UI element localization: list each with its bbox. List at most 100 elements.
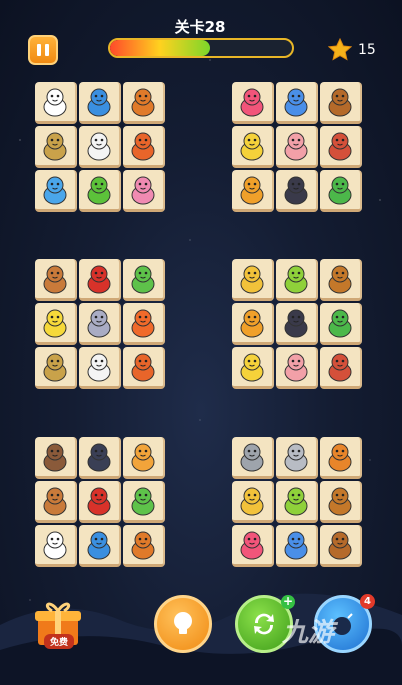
tile-cheetah[interactable] [232, 259, 274, 301]
tile-bear[interactable] [35, 437, 77, 479]
shark-icon [87, 531, 111, 559]
tile-frog[interactable] [123, 481, 165, 523]
frog-icon [131, 265, 155, 293]
pause-icon [37, 44, 41, 56]
tile-shark[interactable] [79, 82, 121, 124]
tile-bee[interactable] [232, 126, 274, 168]
lightbulb-icon [174, 612, 192, 634]
hippo-icon [240, 443, 264, 471]
lion-icon [240, 309, 264, 337]
tile-horse[interactable] [35, 481, 77, 523]
tile-polar-bear[interactable] [35, 525, 77, 567]
tile-snake[interactable] [320, 170, 362, 212]
tile-octopus[interactable] [232, 82, 274, 124]
ladybug-icon [131, 88, 155, 116]
tile-bull[interactable] [320, 259, 362, 301]
tile-ladybug[interactable] [123, 525, 165, 567]
tile-lion[interactable] [232, 303, 274, 345]
tile-seal[interactable] [79, 126, 121, 168]
tile-tiger[interactable] [123, 437, 165, 479]
tile-polar-bear[interactable] [35, 82, 77, 124]
bee-icon [240, 353, 264, 381]
tile-squirrel[interactable] [123, 347, 165, 389]
star-icon [328, 38, 352, 61]
bear-icon [43, 443, 67, 471]
tile-dinosaur[interactable] [79, 170, 121, 212]
bomb-count-badge: 4 [360, 594, 375, 609]
tile-snail[interactable] [123, 170, 165, 212]
pig-icon [284, 132, 308, 160]
dog-icon [328, 443, 352, 471]
tile-owl[interactable] [35, 126, 77, 168]
tile-dog[interactable] [320, 437, 362, 479]
tile-octopus[interactable] [232, 525, 274, 567]
tile-group-2 [231, 81, 363, 213]
gorilla-icon [87, 265, 111, 293]
octopus-icon [240, 88, 264, 116]
tile-shark[interactable] [79, 525, 121, 567]
tile-elephant[interactable] [276, 437, 318, 479]
tile-cheetah[interactable] [232, 481, 274, 523]
seal-icon [87, 132, 111, 160]
tile-group-4 [231, 258, 363, 390]
tile-seal[interactable] [79, 347, 121, 389]
tile-gorilla[interactable] [79, 259, 121, 301]
tile-duck[interactable] [35, 303, 77, 345]
tile-hedgehog[interactable] [320, 126, 362, 168]
cheetah-icon [240, 265, 264, 293]
elephant-icon [284, 443, 308, 471]
tile-penguin[interactable] [79, 437, 121, 479]
tile-snake[interactable] [320, 303, 362, 345]
hint-button[interactable] [154, 595, 212, 653]
tile-ant[interactable] [320, 82, 362, 124]
tile-gorilla[interactable] [79, 481, 121, 523]
fish-icon [43, 176, 67, 204]
tile-mouse[interactable] [79, 303, 121, 345]
tile-fox[interactable] [123, 303, 165, 345]
tile-fish[interactable] [35, 170, 77, 212]
owl-icon [43, 353, 67, 381]
tile-lion[interactable] [232, 170, 274, 212]
tile-horse[interactable] [35, 259, 77, 301]
snake-icon [328, 309, 352, 337]
tile-hippo[interactable] [232, 437, 274, 479]
tile-owl[interactable] [35, 347, 77, 389]
ant-icon [328, 531, 352, 559]
watermark: 九游 [282, 618, 335, 648]
parrot-icon [284, 265, 308, 293]
bull-icon [328, 265, 352, 293]
tile-frog[interactable] [123, 259, 165, 301]
tile-rhino[interactable] [276, 525, 318, 567]
bee-icon [240, 132, 264, 160]
pause-button[interactable] [28, 35, 58, 65]
bull-icon [328, 487, 352, 515]
tile-pig[interactable] [276, 347, 318, 389]
refresh-icon [254, 613, 274, 635]
level-label: 关卡28 [174, 18, 226, 36]
seal-icon [87, 353, 111, 381]
octopus-icon [240, 531, 264, 559]
tile-bee[interactable] [232, 347, 274, 389]
tile-bull[interactable] [320, 481, 362, 523]
duck-icon [43, 309, 67, 337]
tile-ant[interactable] [320, 525, 362, 567]
tile-parrot[interactable] [276, 481, 318, 523]
rhino-icon [284, 88, 308, 116]
mouse-icon [87, 309, 111, 337]
tile-group-5 [34, 436, 166, 568]
tile-toucan[interactable] [276, 303, 318, 345]
tile-rhino[interactable] [276, 82, 318, 124]
squirrel-icon [131, 353, 155, 381]
horse-icon [43, 487, 67, 515]
toucan-icon [284, 309, 308, 337]
progress-bar [108, 38, 294, 58]
gift-label: 免费 [44, 634, 74, 649]
hedgehog-icon [328, 353, 352, 381]
tile-parrot[interactable] [276, 259, 318, 301]
tile-squirrel[interactable] [123, 126, 165, 168]
dinosaur-icon [87, 176, 111, 204]
tile-hedgehog[interactable] [320, 347, 362, 389]
tile-ladybug[interactable] [123, 82, 165, 124]
tile-pig[interactable] [276, 126, 318, 168]
tile-toucan[interactable] [276, 170, 318, 212]
